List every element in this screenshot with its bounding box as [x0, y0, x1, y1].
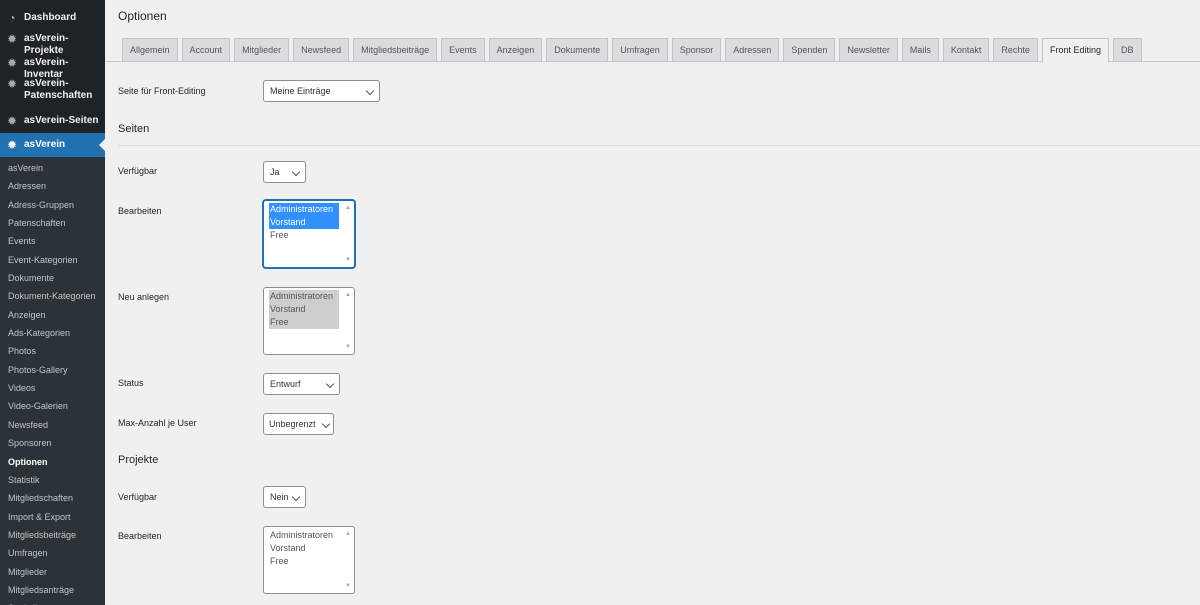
submenu-item[interactable]: Mitgliedsbeiträge — [0, 526, 105, 544]
option-vorstand[interactable]: Vorstand — [269, 216, 339, 229]
submenu-item[interactable]: Mitgliedsanträge — [0, 581, 105, 599]
gear-icon: ✹ — [6, 138, 18, 152]
tab-newsletter[interactable]: Newsletter — [839, 38, 898, 62]
scrollbar[interactable]: ▲ ▼ — [342, 527, 354, 593]
option-administratoren[interactable]: Administratoren — [269, 290, 339, 303]
option-free[interactable]: Free — [269, 229, 339, 242]
front-editing-page-select[interactable]: Meine Einträge — [263, 80, 380, 102]
scrollbar[interactable]: ▲ ▼ — [342, 288, 354, 354]
main-content: Optionen Allgemein Account Mitglieder Newsf… — [105, 0, 1200, 605]
menu-asverein-patenschaften[interactable]: ✹ asVerein-Patenschaften — [0, 73, 105, 109]
chevron-down-icon — [321, 419, 331, 429]
front-editing-page-label: Seite für Front-Editing — [118, 86, 206, 96]
submenu-item[interactable]: Video-Galerien — [0, 397, 105, 415]
submenu-item[interactable]: Event-Kategorien — [0, 251, 105, 269]
menu-dashboard[interactable]: ◔ Dashboard — [0, 6, 105, 29]
scrollbar[interactable]: ▲ ▼ — [342, 201, 354, 267]
gear-icon: ✹ — [6, 77, 18, 91]
submenu-item[interactable]: Patenschaften — [0, 214, 105, 232]
dashboard-icon: ◔ — [8, 11, 16, 25]
seiten-status-label: Status — [118, 378, 144, 388]
submenu-item[interactable]: Statistik — [0, 471, 105, 489]
option-vorstand[interactable]: Vorstand — [269, 303, 339, 316]
tab-umfragen[interactable]: Umfragen — [612, 38, 668, 62]
option-administratoren[interactable]: Administratoren — [269, 529, 339, 542]
gear-icon: ✹ — [6, 32, 18, 46]
seiten-verfuegbar-label: Verfügbar — [118, 166, 158, 176]
tab-mails[interactable]: Mails — [901, 38, 939, 62]
asverein-submenu: asVerein Adressen Adress-Gruppen Patenschaf… — [0, 157, 105, 605]
tab-anzeigen[interactable]: Anzeigen — [488, 38, 543, 62]
submenu-item[interactable]: Dokument-Kategorien — [0, 287, 105, 305]
tab-dokumente[interactable]: Dokumente — [546, 38, 609, 62]
tab-kontakt[interactable]: Kontakt — [942, 38, 990, 62]
submenu-item[interactable]: Adressen — [0, 177, 105, 195]
tab-db[interactable]: DB — [1112, 38, 1142, 62]
page-title: Optionen — [118, 9, 167, 23]
tab-spenden[interactable]: Spenden — [783, 38, 836, 62]
submenu-item[interactable]: asVerein — [0, 159, 105, 177]
tab-mitglieder[interactable]: Mitglieder — [234, 38, 290, 62]
submenu-item[interactable]: Sponsoren — [0, 434, 105, 452]
submenu-item[interactable]: Photos — [0, 342, 105, 360]
submenu-item[interactable]: Videos — [0, 379, 105, 397]
menu-asverein[interactable]: ✹ asVerein — [0, 133, 105, 157]
submenu-item[interactable]: Dokumente — [0, 269, 105, 287]
projekte-verfuegbar-label: Verfügbar — [118, 492, 158, 502]
submenu-item[interactable]: Optionen — [0, 453, 105, 471]
admin-sidebar: ◔ Dashboard ✹ asVerein-Projekte ✹ asVere… — [0, 0, 105, 605]
submenu-item[interactable]: Anzeigen — [0, 306, 105, 324]
gear-icon: ✹ — [6, 114, 18, 128]
menu-asverein-seiten[interactable]: ✹ asVerein-Seiten — [0, 109, 105, 132]
chevron-down-icon — [325, 379, 335, 389]
seiten-max-anzahl-label: Max-Anzahl je User — [118, 418, 197, 428]
section-divider — [118, 145, 1200, 146]
projekte-bearbeiten-label: Bearbeiten — [118, 531, 162, 541]
chevron-down-icon — [365, 86, 375, 96]
option-administratoren[interactable]: Administratoren — [269, 203, 339, 216]
submenu-item[interactable]: Photos-Gallery — [0, 361, 105, 379]
submenu-item[interactable]: Mitglieder — [0, 563, 105, 581]
projekte-verfuegbar-select[interactable]: Nein — [263, 486, 306, 508]
menu-asverein-projekte[interactable]: ✹ asVerein-Projekte — [0, 29, 105, 56]
submenu-item[interactable]: Umfragen — [0, 544, 105, 562]
tab-events[interactable]: Events — [441, 38, 485, 62]
chevron-down-icon — [291, 167, 301, 177]
seiten-bearbeiten-multiselect[interactable]: Administratoren Vorstand Free ▲ ▼ — [263, 200, 355, 268]
tab-bar: Allgemein Account Mitglieder Newsfeed Mitgli… — [105, 38, 1200, 63]
submenu-item[interactable]: Mitgliedschaften — [0, 489, 105, 507]
seiten-neu-anlegen-label: Neu anlegen — [118, 292, 170, 302]
tab-front-editing[interactable]: Front Editing — [1041, 38, 1109, 63]
tab-sponsor[interactable]: Sponsor — [671, 38, 722, 62]
option-vorstand[interactable]: Vorstand — [269, 542, 339, 555]
tab-rechte[interactable]: Rechte — [993, 38, 1038, 62]
seiten-bearbeiten-label: Bearbeiten — [118, 206, 162, 216]
section-projekte-heading: Projekte — [118, 454, 159, 466]
submenu-item[interactable]: Adress-Gruppen — [0, 196, 105, 214]
submenu-item[interactable]: Ads-Kategorien — [0, 324, 105, 342]
seiten-max-anzahl-select[interactable]: Unbegrenzt — [263, 413, 334, 435]
seiten-neu-anlegen-multiselect[interactable]: Administratoren Vorstand Free ▲ ▼ — [263, 287, 355, 355]
tab-adressen[interactable]: Adressen — [725, 38, 780, 62]
tab-newsfeed[interactable]: Newsfeed — [293, 38, 350, 62]
chevron-down-icon — [291, 492, 301, 502]
tab-account[interactable]: Account — [181, 38, 231, 62]
submenu-item[interactable]: Newsfeed — [0, 416, 105, 434]
tab-allgemein[interactable]: Allgemein — [122, 38, 178, 62]
tabs: Allgemein Account Mitglieder Newsfeed Mitgli… — [122, 38, 1146, 63]
submenu-item[interactable]: Import & Export — [0, 508, 105, 526]
tab-mitgliedsbeiträge[interactable]: Mitgliedsbeiträge — [353, 38, 438, 62]
seiten-status-select[interactable]: Entwurf — [263, 373, 340, 395]
submenu-item[interactable]: Events — [0, 232, 105, 250]
option-free[interactable]: Free — [269, 316, 339, 329]
gear-icon: ✹ — [6, 56, 18, 70]
seiten-verfuegbar-select[interactable]: Ja — [263, 161, 306, 183]
section-seiten-heading: Seiten — [118, 123, 150, 135]
submenu-item[interactable]: Statistiken — [0, 599, 105, 605]
projekte-bearbeiten-multiselect[interactable]: Administratoren Vorstand Free ▲ ▼ — [263, 526, 355, 594]
option-free[interactable]: Free — [269, 555, 339, 568]
